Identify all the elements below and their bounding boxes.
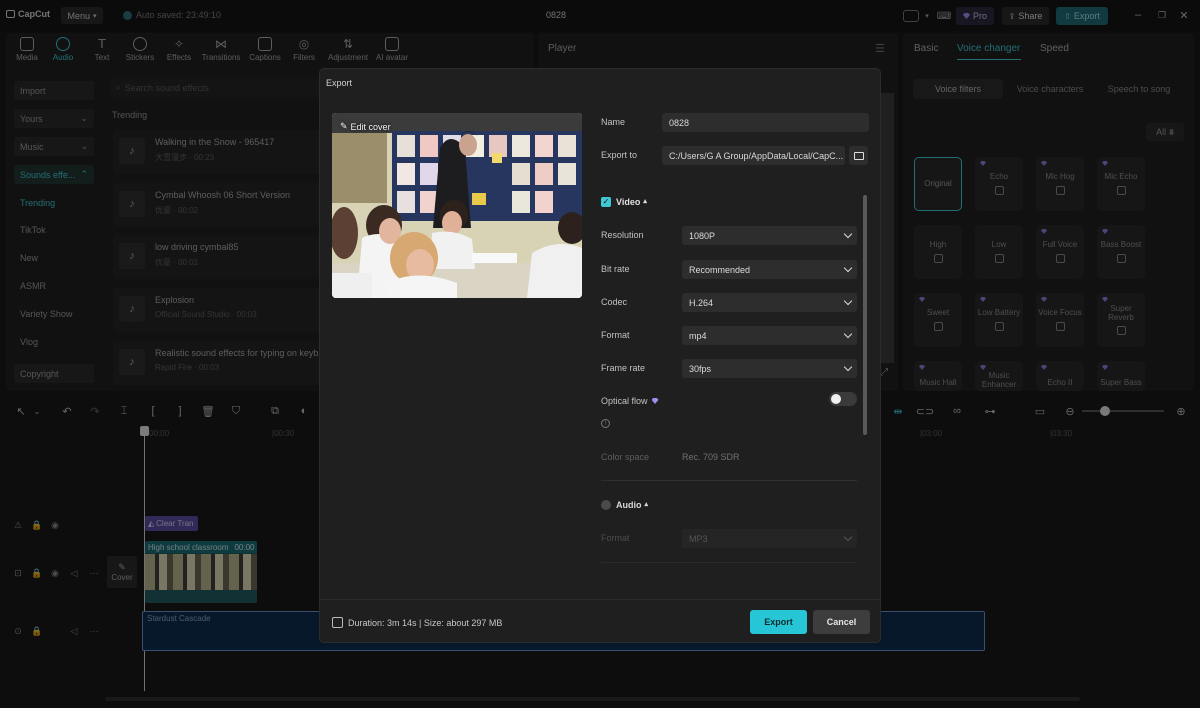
framerate-label: Frame rate [601,363,646,373]
diamond-icon [651,398,659,404]
duration-size-text: Duration: 3m 14s | Size: about 297 MB [348,617,503,628]
chevron-down-icon [843,532,853,542]
cancel-button[interactable]: Cancel [813,610,870,634]
bitrate-value: Recommended [689,264,751,275]
video-section-label: Video [616,197,641,207]
export-to-label: Export to [601,150,638,160]
export-dialog: Export ✎ Edit cover Name 0828 Export to … [319,68,881,643]
optical-flow-toggle[interactable] [829,392,857,406]
chevron-down-icon [843,329,853,339]
codec-select[interactable]: H.264 [682,293,857,312]
edit-cover-label: Edit cover [350,121,391,132]
divider [601,480,857,481]
optical-flow-label: Optical flow [601,396,659,406]
classroom-image [332,113,582,298]
folder-button[interactable] [849,146,868,165]
name-label: Name [601,117,626,127]
framerate-select[interactable]: 30fps [682,359,857,378]
footer-divider [320,599,880,600]
audio-format-value: MP3 [689,533,708,544]
dialog-title: Export [326,78,353,88]
video-section-header[interactable]: Video ▴ [616,197,647,207]
divider [601,562,857,563]
framerate-value: 30fps [689,363,712,374]
folder-icon [853,151,864,160]
chevron-down-icon [843,229,853,239]
toggle-knob [831,394,841,404]
cover-preview[interactable]: ✎ Edit cover [332,113,582,298]
audio-section-header[interactable]: Audio ▴ [616,500,648,510]
resolution-label: Resolution [601,230,644,240]
chevron-down-icon [843,362,853,372]
format-value: mp4 [689,330,707,341]
format-label: Format [601,330,630,340]
format-select[interactable]: mp4 [682,326,857,345]
export-button[interactable]: Export [750,610,807,634]
chevron-down-icon [843,296,853,306]
bitrate-label: Bit rate [601,264,630,274]
audio-format-select: MP3 [682,529,857,548]
chevron-down-icon [843,263,853,273]
resolution-value: 1080P [689,230,716,241]
resolution-select[interactable]: 1080P [682,226,857,245]
chevron-up-icon: ▴ [644,501,649,508]
chevron-up-icon: ▴ [643,198,647,205]
optical-flow-text: Optical flow [601,396,648,406]
name-input[interactable]: 0828 [662,113,869,132]
edit-icon: ✎ [340,121,348,131]
info-icon[interactable]: ! [601,419,610,428]
color-space-label: Color space [601,452,650,462]
video-checkbox[interactable]: ✓ [601,197,611,207]
codec-value: H.264 [689,297,714,308]
audio-section-label: Audio [616,500,642,510]
audio-format-label: Format [601,533,630,543]
audio-checkbox[interactable] [601,500,611,510]
export-path-input[interactable]: C:/Users/G A Group/AppData/Local/CapC... [662,146,845,165]
codec-label: Codec [601,297,628,307]
edit-cover-button[interactable]: ✎ Edit cover [340,121,391,132]
color-space-value: Rec. 709 SDR [682,452,740,462]
settings-scrollbar[interactable] [863,195,867,435]
bitrate-select[interactable]: Recommended [682,260,857,279]
footer-info: Duration: 3m 14s | Size: about 297 MB [332,617,502,628]
film-icon [332,617,343,628]
